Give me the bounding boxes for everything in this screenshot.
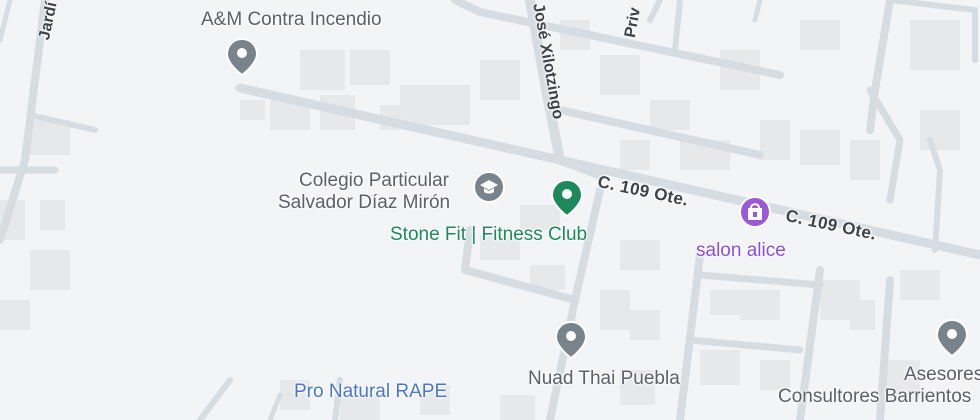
- map-canvas[interactable]: Jardí José Xilotzingo Priv C. 109 Ote. C…: [0, 0, 980, 420]
- place-label-stone-fit[interactable]: Stone Fit | Fitness Club: [390, 224, 587, 246]
- place-label-salon-alice[interactable]: salon alice: [696, 240, 786, 262]
- map-base-layer: [0, 0, 980, 420]
- school-icon[interactable]: [472, 170, 506, 204]
- generic-place-pin-icon[interactable]: [554, 320, 588, 360]
- generic-place-pin-icon[interactable]: [225, 37, 259, 77]
- generic-place-pin-icon[interactable]: [935, 318, 969, 358]
- place-label-asesores-line2[interactable]: Consultores Barrientos: [778, 386, 971, 408]
- place-label-colegio-line1[interactable]: Colegio Particular: [299, 170, 449, 192]
- place-label-pro-natural[interactable]: Pro Natural RAPE: [294, 381, 447, 403]
- place-label-am-contra-incendio[interactable]: A&M Contra Incendio: [201, 9, 382, 31]
- fitness-pin-icon[interactable]: [550, 178, 584, 218]
- place-label-asesores-line1[interactable]: Asesores: [904, 364, 980, 386]
- place-label-nuad-thai-puebla[interactable]: Nuad Thai Puebla: [528, 368, 680, 390]
- shopping-pin-icon[interactable]: [738, 195, 772, 229]
- place-label-colegio-line2[interactable]: Salvador Díaz Mirón: [278, 192, 450, 214]
